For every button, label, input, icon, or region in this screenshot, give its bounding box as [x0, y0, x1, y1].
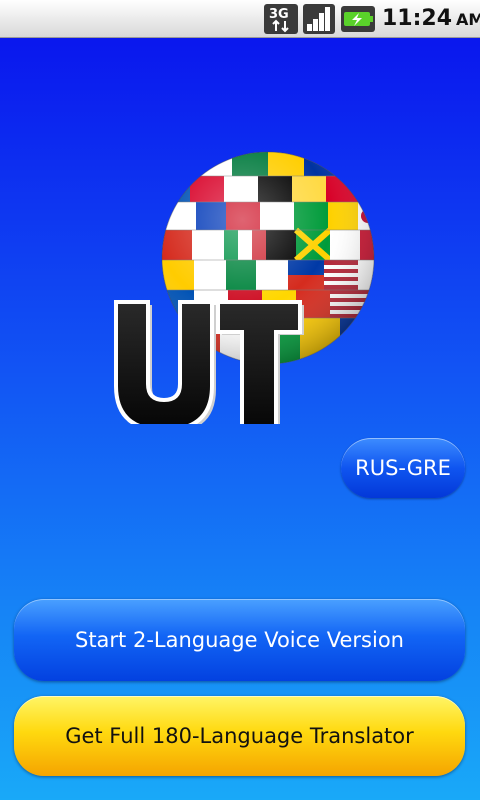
start-voice-version-label: Start 2-Language Voice Version	[74, 628, 404, 652]
ut-letters	[114, 300, 304, 424]
status-time-ampm: AM	[456, 10, 480, 29]
get-full-translator-button[interactable]: Get Full 180-Language Translator	[14, 696, 465, 776]
app-screen: 3G 11:24 AM RUS-GRE Start 2-Language Voi…	[0, 0, 480, 800]
language-pair-button[interactable]: RUS-GRE	[341, 438, 465, 498]
language-pair-label: RUS-GRE	[355, 456, 451, 480]
status-time: 11:24 AM	[382, 5, 480, 33]
get-full-translator-label: Get Full 180-Language Translator	[65, 724, 414, 748]
signal-strength-icon	[303, 4, 335, 34]
main-content: RUS-GRE Start 2-Language Voice Version G…	[0, 38, 480, 800]
status-bar: 3G 11:24 AM	[0, 0, 480, 38]
flag-globe-logo	[114, 151, 375, 424]
status-time-value: 11:24	[382, 6, 453, 31]
battery-charging-icon	[341, 6, 375, 32]
3g-data-icon: 3G	[264, 4, 298, 34]
svg-text:3G: 3G	[269, 7, 289, 22]
start-voice-version-button[interactable]: Start 2-Language Voice Version	[14, 599, 465, 681]
